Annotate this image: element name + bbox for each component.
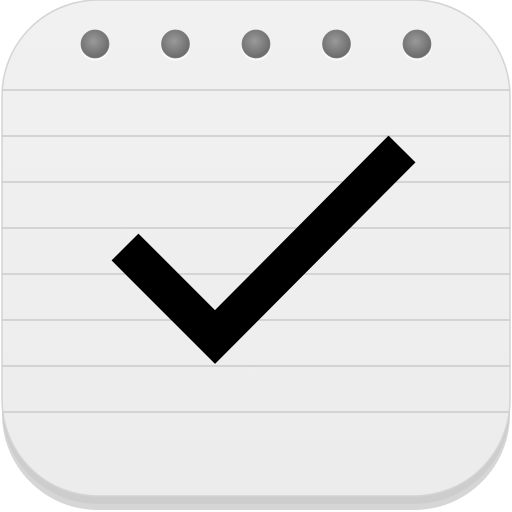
binding-hole — [80, 29, 110, 59]
notepad-checkmark-icon — [1, 0, 511, 510]
notepad-page — [1, 0, 511, 497]
binding-hole — [241, 29, 271, 59]
binding-hole — [322, 29, 351, 59]
binding-hole — [402, 29, 432, 59]
notepad-app-icon[interactable] — [0, 0, 512, 512]
binding-hole — [161, 29, 190, 59]
